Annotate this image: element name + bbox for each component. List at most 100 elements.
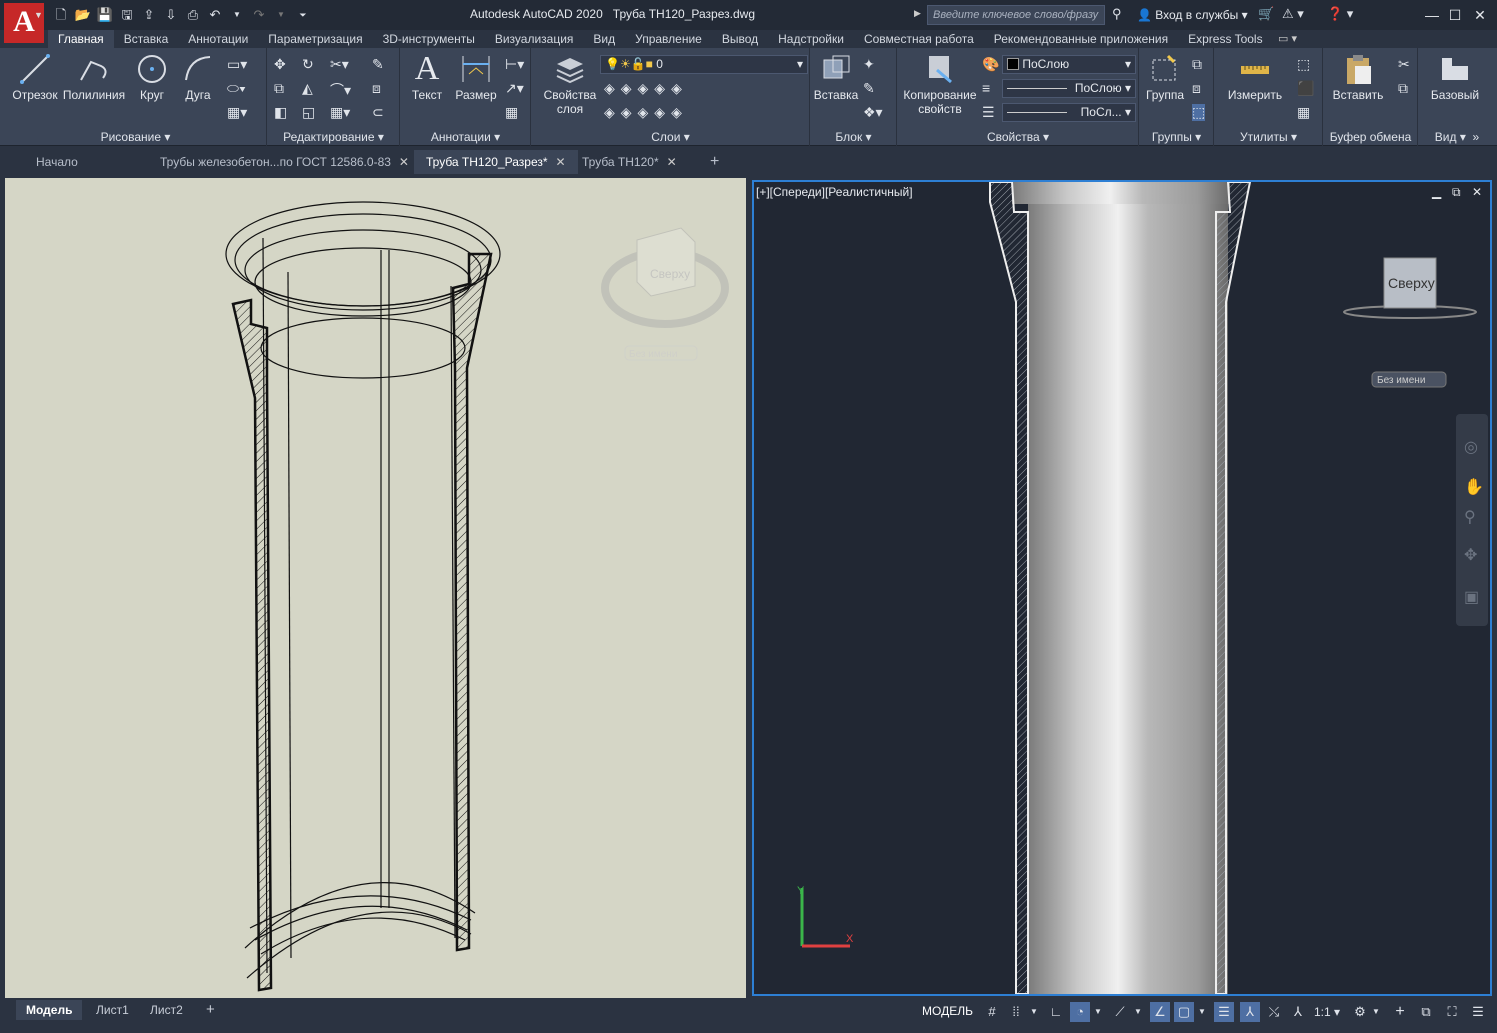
binoculars-icon[interactable]: ⚲ bbox=[1112, 6, 1122, 22]
polar-dropdown-icon[interactable]: ▼ bbox=[1092, 1002, 1104, 1022]
doc-tab-section[interactable]: Труба ТН120_Разрез* ✕ bbox=[414, 150, 578, 174]
create-block-icon[interactable]: ✦ bbox=[863, 56, 875, 73]
scale-dropdown[interactable]: 1:1 ▾ bbox=[1312, 1002, 1342, 1022]
undo-icon[interactable]: ↶ bbox=[206, 6, 224, 24]
cut-icon[interactable]: ✂ bbox=[1398, 56, 1410, 73]
rectangle-icon[interactable]: ▭▾ bbox=[227, 56, 247, 73]
panel-title-properties[interactable]: Свойства ▾ bbox=[898, 130, 1138, 144]
group-edit-icon[interactable]: ⧈ bbox=[1192, 80, 1201, 97]
block-attrib-icon[interactable]: ❖▾ bbox=[863, 104, 883, 121]
group-select-icon[interactable]: ⬚ bbox=[1192, 104, 1206, 121]
viewport-restore-icon[interactable]: ⧉ bbox=[1452, 185, 1461, 200]
orbit-icon[interactable]: ✥ bbox=[1464, 547, 1477, 564]
save-web-icon[interactable]: ⇩ bbox=[162, 6, 180, 24]
tab-parametric[interactable]: Параметризация bbox=[258, 30, 372, 48]
tab-collaborate[interactable]: Совместная работа bbox=[854, 30, 984, 48]
layout-tab-sheet1[interactable]: Лист1 bbox=[86, 1000, 139, 1020]
panel-title-layers[interactable]: Слои ▾ bbox=[532, 130, 809, 144]
panel-title-utilities[interactable]: Утилиты ▾ bbox=[1215, 130, 1322, 144]
redo-icon[interactable]: ↷ bbox=[250, 6, 268, 24]
erase-icon[interactable]: ✎ bbox=[372, 56, 384, 73]
polar-icon[interactable]: ◔ bbox=[1070, 1002, 1090, 1022]
tab-featured-apps[interactable]: Рекомендованные приложения bbox=[984, 30, 1178, 48]
add-layout-button[interactable]: + bbox=[196, 1000, 225, 1020]
application-menu-button[interactable]: A bbox=[4, 3, 44, 43]
named-view-left[interactable]: Без имени bbox=[629, 349, 677, 360]
close-tab-icon[interactable]: ✕ bbox=[667, 155, 677, 169]
undo-dropdown-icon[interactable]: ▼ bbox=[228, 6, 246, 24]
line-button[interactable]: Отрезок bbox=[9, 52, 61, 102]
circle-button[interactable]: Круг bbox=[131, 52, 173, 102]
explode-icon[interactable]: ⧈ bbox=[372, 80, 381, 97]
osnap-icon[interactable]: ▢ bbox=[1174, 1002, 1194, 1022]
object-tracking-icon[interactable]: ∠ bbox=[1150, 1002, 1170, 1022]
doc-tab-gost[interactable]: Трубы железобетон...по ГОСТ 12586.0-83 ✕ bbox=[148, 150, 421, 174]
close-tab-icon[interactable]: ✕ bbox=[556, 155, 566, 169]
save-as-icon[interactable]: 🖫 bbox=[118, 6, 136, 24]
viewport-controls-label[interactable]: [+][Спереди][Реалистичный] bbox=[756, 185, 913, 199]
tab-express-tools[interactable]: Express Tools bbox=[1178, 30, 1272, 48]
rotate-icon[interactable]: ↻ bbox=[302, 56, 314, 73]
zoom-icon[interactable]: ⚲ bbox=[1464, 509, 1476, 526]
maximize-button[interactable]: ☐ bbox=[1441, 4, 1469, 26]
stretch-icon[interactable]: ◧ bbox=[274, 104, 287, 121]
measure-button[interactable]: Измерить bbox=[1221, 52, 1289, 102]
layer-tools-row1[interactable]: ◈◈◈◈◈ bbox=[604, 80, 688, 97]
fillet-icon[interactable]: ⌒▾ bbox=[330, 80, 351, 100]
copy-icon[interactable]: ⧉ bbox=[274, 80, 284, 97]
tab-addins[interactable]: Надстройки bbox=[768, 30, 854, 48]
panel-title-block[interactable]: Блок ▾ bbox=[811, 130, 896, 144]
workspace-dropdown-icon[interactable]: ▼ bbox=[1370, 1002, 1382, 1022]
tab-manage[interactable]: Управление bbox=[625, 30, 712, 48]
linetype-icon[interactable]: ≡ bbox=[982, 80, 990, 96]
linear-dim-icon[interactable]: ⊢▾ bbox=[505, 56, 524, 73]
select-all-icon[interactable]: ⬛ bbox=[1297, 80, 1314, 97]
edit-block-icon[interactable]: ✎ bbox=[863, 80, 875, 97]
text-button[interactable]: A Текст bbox=[407, 52, 447, 103]
tab-insert[interactable]: Вставка bbox=[114, 30, 179, 48]
ungroup-icon[interactable]: ⧉ bbox=[1192, 56, 1202, 73]
tab-output[interactable]: Вывод bbox=[712, 30, 768, 48]
viewport-right[interactable]: Y X ◎ ✋ ⚲ ✥ ▣ Сверху Без имени [+][Спере… bbox=[752, 180, 1492, 996]
lineweight-dropdown[interactable]: ПоСл... ▾ bbox=[1002, 103, 1136, 122]
match-properties-button[interactable]: Копирование свойств bbox=[902, 52, 978, 116]
redo-dropdown-icon[interactable]: ▼ bbox=[272, 6, 290, 24]
tab-3d-tools[interactable]: 3D-инструменты bbox=[373, 30, 485, 48]
chevron-down-icon[interactable]: ▼ bbox=[34, 10, 43, 20]
table-icon[interactable]: ▦ bbox=[505, 104, 518, 121]
base-view-button[interactable]: Базовый bbox=[1425, 52, 1485, 102]
workspace-gear-icon[interactable]: ⚙ bbox=[1350, 1002, 1370, 1022]
arc-button[interactable]: Дуга bbox=[177, 52, 219, 102]
leader-icon[interactable]: ↗▾ bbox=[505, 80, 524, 97]
scale-icon[interactable]: ◱ bbox=[302, 104, 315, 121]
annotation-monitor-icon[interactable]: + bbox=[1390, 1002, 1410, 1022]
fullscreen-icon[interactable]: ⛶ bbox=[1442, 1002, 1462, 1022]
a360-icon[interactable]: ⚠ ▾ bbox=[1282, 6, 1304, 22]
panel-title-modify[interactable]: Редактирование ▾ bbox=[268, 130, 399, 144]
insert-block-button[interactable]: Вставка bbox=[813, 52, 859, 102]
customize-statusbar-icon[interactable]: ☰ bbox=[1468, 1002, 1488, 1022]
calculator-icon[interactable]: ▦ bbox=[1297, 104, 1310, 121]
layout-tab-sheet2[interactable]: Лист2 bbox=[140, 1000, 193, 1020]
new-tab-button[interactable]: + bbox=[698, 150, 731, 174]
linetype-dropdown[interactable]: ПоСлою ▾ bbox=[1002, 79, 1136, 98]
snap-icon[interactable]: ⁞⁞ bbox=[1006, 1002, 1026, 1022]
open-file-icon[interactable]: 📂 bbox=[74, 6, 92, 24]
help-icon[interactable]: ❓ ▾ bbox=[1327, 6, 1353, 22]
layer-properties-button[interactable]: Свойства слоя bbox=[540, 52, 600, 116]
panel-title-groups[interactable]: Группы ▾ bbox=[1140, 130, 1213, 144]
lineweight-icon[interactable]: ☰ bbox=[982, 104, 995, 121]
cart-icon[interactable]: 🛒 bbox=[1258, 6, 1274, 22]
new-file-icon[interactable]: 🗋 bbox=[52, 6, 70, 24]
search-input[interactable]: Введите ключевое слово/фразу bbox=[927, 5, 1105, 25]
mirror-icon[interactable]: ◭ bbox=[302, 80, 313, 97]
tab-annotate[interactable]: Аннотации bbox=[178, 30, 258, 48]
panel-title-annotation[interactable]: Аннотации ▾ bbox=[401, 130, 530, 144]
autoscale-icon[interactable]: ⤯ bbox=[1264, 1002, 1284, 1022]
search-expand-icon[interactable]: ▶ bbox=[914, 8, 921, 19]
paste-button[interactable]: Вставить bbox=[1326, 52, 1390, 102]
model-space-toggle[interactable]: МОДЕЛЬ bbox=[922, 1004, 973, 1018]
signin-button[interactable]: 👤 Вход в службы ▾ bbox=[1137, 8, 1248, 22]
viewport-close-icon[interactable]: ✕ bbox=[1472, 185, 1482, 199]
open-web-icon[interactable]: ⇪ bbox=[140, 6, 158, 24]
